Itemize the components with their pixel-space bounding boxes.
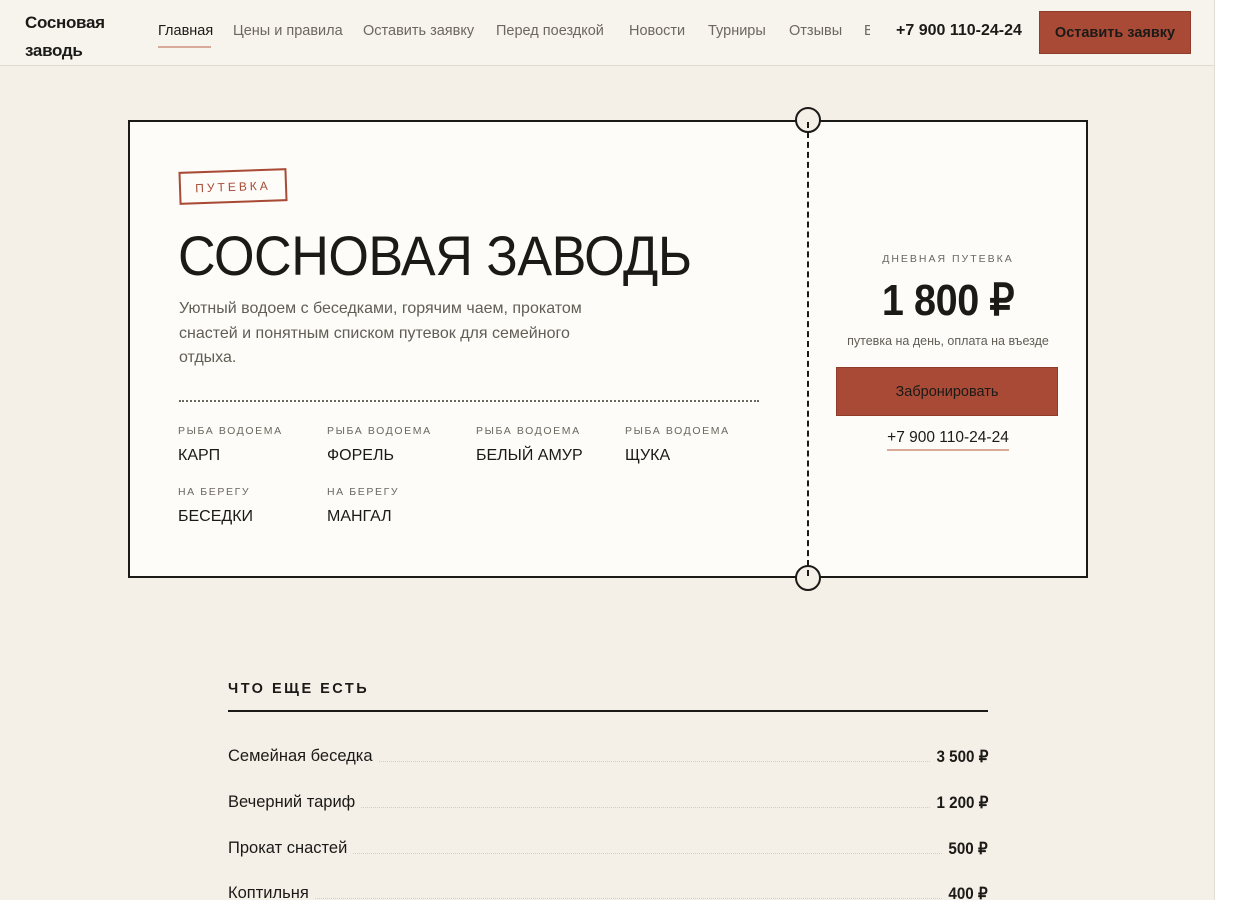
ticket-stamp: ПУТЕВКА [178, 168, 288, 205]
extras-row: Вечерний тариф 1 200 ₽ [228, 793, 988, 817]
feature-label: РЫБА ВОДОЕМА [178, 425, 283, 437]
feature-item: РЫБА ВОДОЕМА БЕЛЫЙ АМУР [476, 425, 616, 465]
extras-item-price: 3 500 ₽ [930, 747, 988, 767]
extras-item-name: Вечерний тариф [228, 793, 362, 812]
nav-link-request[interactable]: Оставить заявку [363, 23, 474, 39]
ticket-description: Уютный водоем с беседками, горячим чаем,… [179, 300, 582, 366]
feature-value: ФОРЕЛЬ [327, 447, 394, 464]
stub-note: путевка на день, оплата на въезде [847, 334, 1049, 348]
nav-link-news[interactable]: Новости [629, 23, 685, 39]
page: Сосновая заводь Главная Цены и правила О… [0, 0, 1215, 900]
extras-item-name: Коптильня [228, 884, 315, 900]
nav-link-home[interactable]: Главная [158, 23, 213, 39]
extras-row: Семейная беседка 3 500 ₽ [228, 747, 988, 771]
feature-label: РЫБА ВОДОЕМА [625, 425, 730, 437]
header-phone-link[interactable]: +7 900 110-24-24 [896, 22, 1022, 40]
stub-phone: +7 900 110-24-24 [820, 429, 1076, 451]
extras-item-price: 1 200 ₽ [930, 793, 988, 813]
site-header: Сосновая заводь Главная Цены и правила О… [0, 0, 1214, 66]
extras-item-price: 400 ₽ [943, 884, 988, 900]
feature-value: БЕСЕДКИ [178, 508, 254, 525]
nav-link-more[interactable]: В [864, 23, 870, 39]
main-nav: Главная Цены и правила Оставить заявку П… [158, 0, 870, 66]
row-leader [228, 898, 988, 899]
extras-item-price: 500 ₽ [943, 839, 988, 859]
feature-value: КАРП [178, 447, 221, 464]
feature-item: РЫБА ВОДОЕМА ЩУКА [625, 425, 765, 465]
nav-link-prices[interactable]: Цены и правила [233, 23, 343, 39]
ticket-card: ПУТЕВКА СОСНОВАЯ ЗАВОДЬ Уютный водоем с … [128, 107, 1088, 591]
ticket-perforation [807, 122, 809, 576]
feature-label: НА БЕРЕГУ [327, 486, 400, 498]
feature-item: НА БЕРЕГУ БЕСЕДКИ [178, 486, 318, 526]
ticket-divider [179, 400, 759, 402]
window-edge [1215, 0, 1248, 900]
feature-label: РЫБА ВОДОЕМА [327, 425, 432, 437]
stub-price: 1 800 ₽ [881, 276, 1015, 325]
feature-item: РЫБА ВОДОЕМА ФОРЕЛЬ [327, 425, 467, 465]
extras-item-name: Прокат снастей [228, 839, 354, 858]
extras-row: Коптильня 400 ₽ [228, 884, 988, 900]
feature-value: МАНГАЛ [327, 508, 392, 525]
feature-label: НА БЕРЕГУ [178, 486, 251, 498]
feature-item: НА БЕРЕГУ МАНГАЛ [327, 486, 467, 526]
extras-title: ЧТО ЕЩЕ ЕСТЬ [228, 681, 370, 697]
extras-item-name: Семейная беседка [228, 747, 379, 766]
feature-item: РЫБА ВОДОЕМА КАРП [178, 425, 318, 465]
extras-divider [228, 710, 988, 712]
nav-link-reviews[interactable]: Отзывы [789, 23, 842, 39]
nav-active-underline [158, 46, 211, 48]
feature-value: ЩУКА [625, 447, 671, 464]
site-logo[interactable]: Сосновая заводь [25, 9, 135, 65]
feature-label: РЫБА ВОДОЕМА [476, 425, 581, 437]
header-request-button[interactable]: Оставить заявку [1039, 11, 1191, 54]
extras-row: Прокат снастей 500 ₽ [228, 839, 988, 863]
stub-phone-link[interactable]: +7 900 110-24-24 [887, 429, 1009, 451]
stub-label: ДНЕВНАЯ ПУТЕВКА [882, 253, 1014, 265]
nav-link-before-trip[interactable]: Перед поездкой [496, 23, 604, 39]
page-title: СОСНОВАЯ ЗАВОДЬ [178, 224, 692, 287]
book-button[interactable]: Забронировать [836, 367, 1058, 416]
feature-value: БЕЛЫЙ АМУР [476, 447, 583, 464]
nav-link-tournaments[interactable]: Турниры [708, 23, 766, 39]
